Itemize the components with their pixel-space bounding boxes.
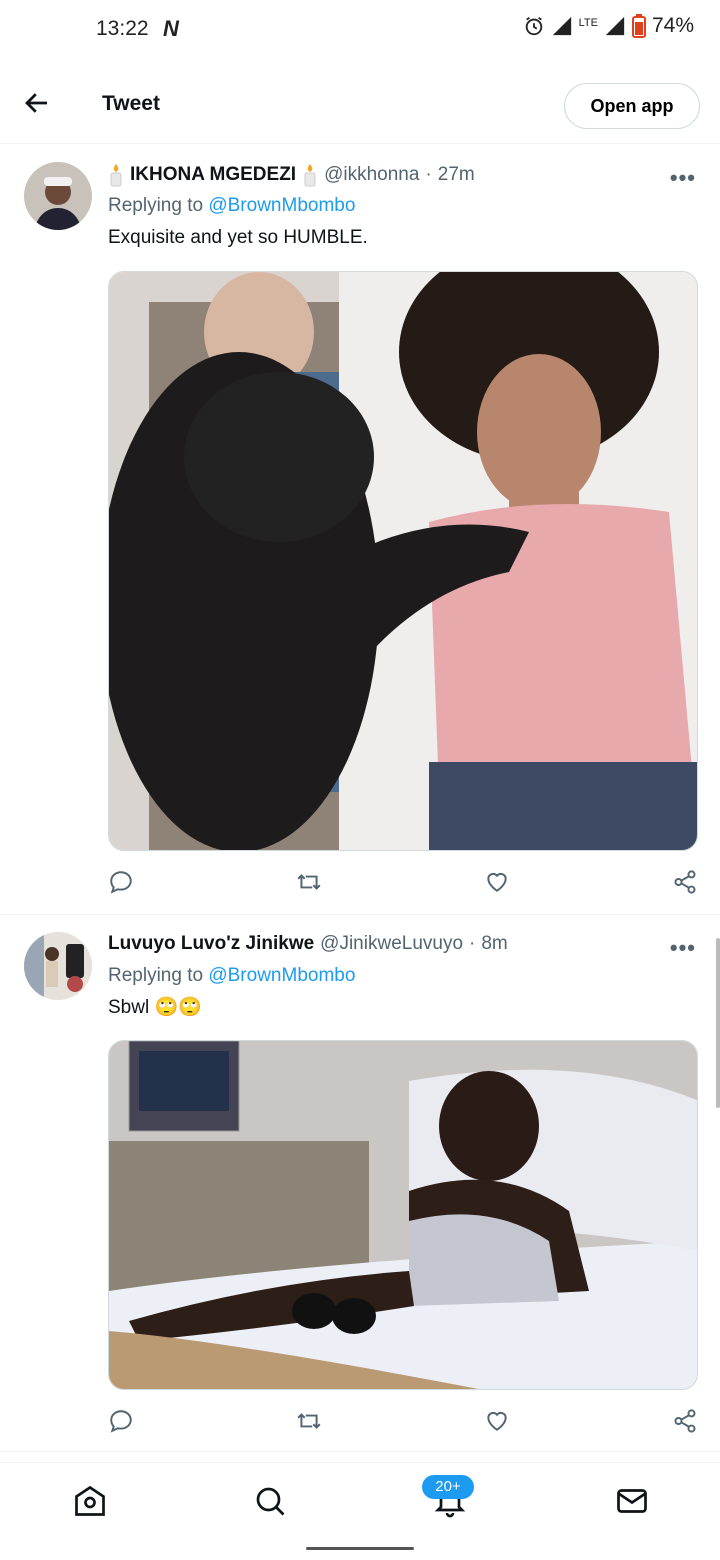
bottom-nav: 20+ (0, 1462, 720, 1538)
page-title: Tweet (102, 92, 160, 115)
replying-to: Replying to @BrownMbombo (108, 195, 355, 217)
replying-to: Replying to @BrownMbombo (108, 965, 355, 987)
signal-icon (552, 16, 571, 36)
status-bar: 13:22 N LTE 74% (0, 0, 720, 60)
reply-icon[interactable] (108, 1408, 134, 1434)
app-header: Tweet Open app (0, 68, 720, 144)
tweet-image[interactable] (108, 271, 698, 851)
scrollbar[interactable] (716, 938, 720, 1108)
open-app-button[interactable]: Open app (564, 83, 700, 129)
candle-icon (304, 164, 316, 187)
mention-link[interactable]: @BrownMbombo (208, 965, 355, 986)
tweet-text-content: Sbwl (108, 997, 150, 1018)
avatar[interactable] (24, 932, 92, 1000)
network-type: LTE (578, 16, 598, 29)
like-icon[interactable] (484, 1408, 510, 1434)
tweet-header: Luvuyo Luvo'z Jinikwe @JinikweLuvuyo · 8… (108, 933, 696, 955)
carrier-icon: N (163, 16, 179, 41)
reply-icon[interactable] (108, 869, 134, 895)
replying-prefix: Replying to (108, 965, 204, 986)
separator: · (425, 164, 432, 185)
separator: · (469, 933, 476, 954)
home-indicator[interactable] (306, 1547, 414, 1550)
author-name[interactable]: Luvuyo Luvo'z Jinikwe (108, 933, 314, 955)
tweet-text: Exquisite and yet so HUMBLE. (108, 227, 368, 248)
author-handle[interactable]: @ikkhonna (324, 164, 419, 186)
more-icon[interactable]: ••• (670, 935, 696, 961)
messages-icon[interactable] (614, 1483, 650, 1519)
battery-percent: 74% (651, 14, 694, 37)
status-time: 13:22 (96, 17, 149, 40)
back-arrow-icon[interactable] (22, 88, 52, 118)
tweet-1[interactable]: IKHONA MGEDEZI @ikkhonna · 27m ••• Reply… (0, 145, 720, 915)
tweet-text: Sbwl 🙄🙄 (108, 995, 202, 1019)
more-icon[interactable]: ••• (670, 165, 696, 191)
status-right: LTE 74% (523, 14, 694, 38)
retweet-icon[interactable] (296, 869, 322, 895)
tweet-actions (108, 869, 698, 899)
tweet-2[interactable]: Luvuyo Luvo'z Jinikwe @JinikweLuvuyo · 8… (0, 915, 720, 1452)
home-icon[interactable] (72, 1483, 108, 1519)
mention-link[interactable]: @BrownMbombo (208, 195, 355, 216)
retweet-icon[interactable] (296, 1408, 322, 1434)
avatar[interactable] (24, 162, 92, 230)
tweet-time[interactable]: 8m (481, 933, 507, 955)
battery-icon (631, 14, 646, 38)
candle-icon (110, 164, 122, 187)
search-icon[interactable] (252, 1483, 288, 1519)
author-handle[interactable]: @JinikweLuvuyo (320, 933, 463, 955)
share-icon[interactable] (672, 869, 698, 895)
share-icon[interactable] (672, 1408, 698, 1434)
eye-roll-emoji: 🙄🙄 (154, 997, 202, 1018)
signal-icon-2 (605, 16, 625, 36)
replying-prefix: Replying to (108, 195, 204, 216)
tweet-header: IKHONA MGEDEZI @ikkhonna · 27m (108, 163, 696, 187)
tweet-time[interactable]: 27m (438, 164, 475, 186)
alarm-icon (525, 16, 542, 36)
notifications-badge: 20+ (422, 1475, 474, 1499)
like-icon[interactable] (484, 869, 510, 895)
tweet-actions (108, 1408, 698, 1438)
tweet-image[interactable] (108, 1040, 698, 1390)
author-name[interactable]: IKHONA MGEDEZI (130, 164, 296, 186)
